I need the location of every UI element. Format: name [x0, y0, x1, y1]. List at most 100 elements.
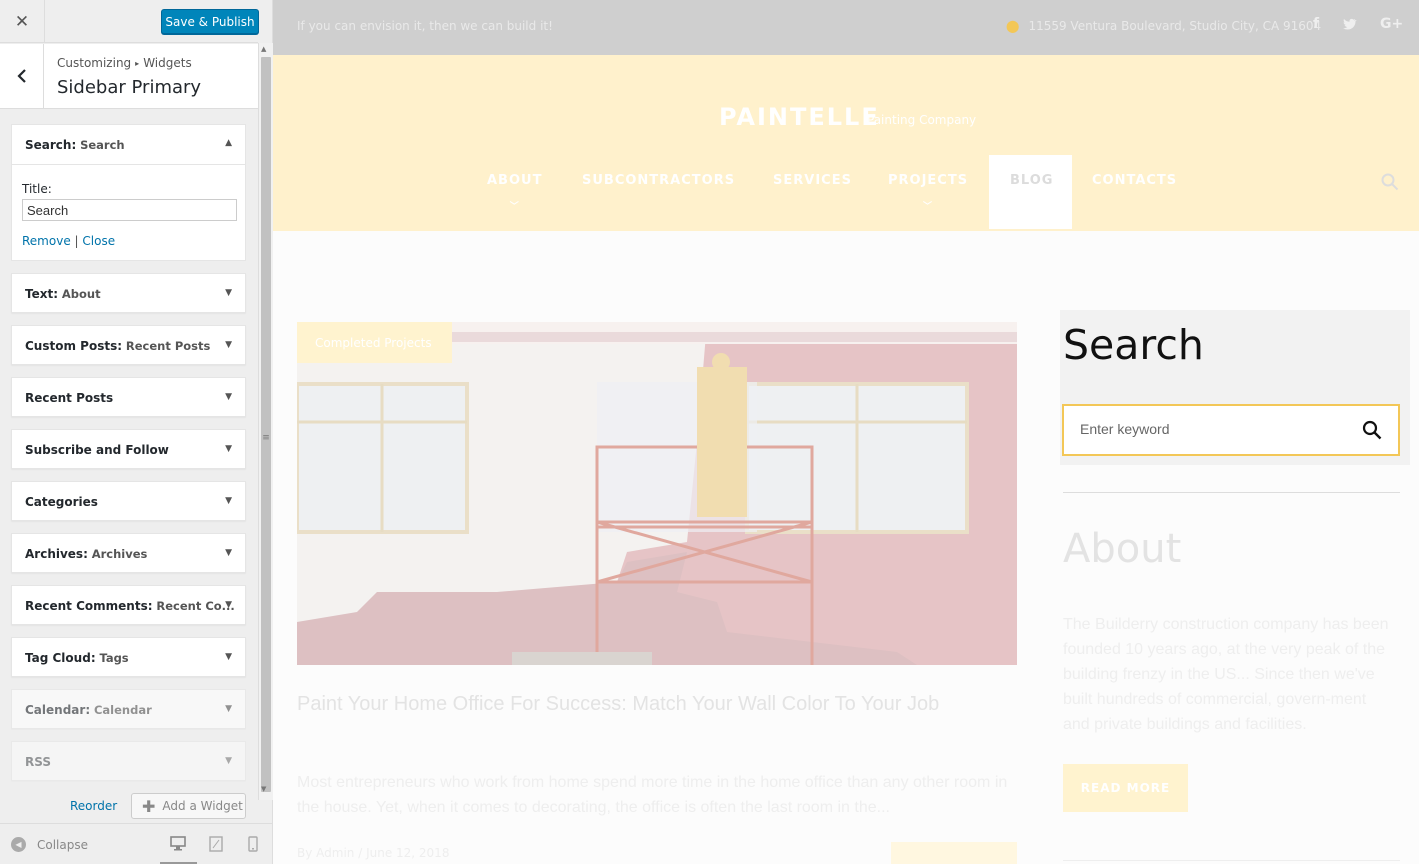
widget-search-expanded[interactable]: Search: Search ▲ Title: Remove | Close	[11, 124, 246, 261]
widget-subscribe-follow[interactable]: Subscribe and Follow ▼	[11, 429, 246, 469]
caret-down-icon[interactable]: ▼	[225, 704, 232, 714]
back-button[interactable]	[0, 44, 44, 108]
site-address: ⬤ 11559 Ventura Boulevard, Studio City, C…	[1006, 19, 1321, 33]
breadcrumb-current: Widgets	[143, 56, 192, 70]
caret-down-icon[interactable]: ▼	[225, 288, 232, 298]
about-read-more-button[interactable]: READ MORE	[1063, 764, 1188, 812]
post-featured-image[interactable]	[297, 322, 1017, 665]
widget-label: Categories	[25, 495, 98, 509]
caret-down-icon[interactable]: ▼	[225, 548, 232, 558]
nav-item-about[interactable]: ABOUT ﹀	[487, 173, 542, 212]
site-preview: If you can envision it, then we can buil…	[273, 0, 1419, 864]
scroll-up-arrow[interactable]: ▲	[261, 45, 266, 53]
close-customizer-button[interactable]: ✕	[0, 0, 45, 43]
google-plus-icon[interactable]: G+	[1380, 16, 1403, 32]
top-bar: If you can envision it, then we can buil…	[273, 0, 1419, 55]
caret-down-icon[interactable]: ▼	[225, 600, 232, 610]
close-link[interactable]: Close	[82, 234, 115, 248]
widget-header[interactable]: Search: Search ▲	[12, 125, 245, 165]
nav-item-blog[interactable]: BLOG	[1010, 173, 1053, 188]
caret-down-icon[interactable]: ▼	[225, 340, 232, 350]
post-excerpt: Most entrepreneurs who work from home sp…	[297, 774, 1008, 816]
sidebar-search-widget: Search Enter keyword	[1060, 310, 1410, 465]
breadcrumb: Customizing ▸ Widgets	[57, 56, 192, 70]
chevron-down-icon: ﹀	[923, 202, 934, 212]
widget-actions: Remove | Close	[22, 234, 115, 248]
widget-label: Calendar: Calendar	[25, 703, 152, 717]
tablet-preview-icon[interactable]	[209, 836, 223, 852]
breadcrumb-root: Customizing	[57, 56, 132, 70]
desktop-preview-icon[interactable]	[170, 836, 186, 851]
widget-text[interactable]: Text: About ▼	[11, 273, 246, 313]
post-read-more-button[interactable]	[891, 842, 1017, 864]
address-text: 11559 Ventura Boulevard, Studio City, CA…	[1028, 19, 1322, 33]
search-input-placeholder[interactable]: Enter keyword	[1080, 421, 1169, 437]
scroll-thumb[interactable]: ≡	[261, 57, 271, 792]
widget-label: Tag Cloud: Tags	[25, 651, 129, 665]
widget-type: Search	[25, 138, 72, 152]
widget-label: Subscribe and Follow	[25, 443, 169, 457]
post-meta: By Admin / June 12, 2018	[297, 846, 450, 860]
caret-up-icon[interactable]: ▲	[225, 138, 232, 148]
actions-divider: |	[74, 234, 79, 248]
site-logo[interactable]: PAINTELLE	[719, 103, 880, 131]
customizer-panel: ✕ Save & Publish Customizing ▸ Widgets Sid…	[0, 0, 273, 864]
panel-scrollbar[interactable]: ▲ ≡ ▼	[258, 43, 273, 800]
logo-tagline: Painting Company	[867, 113, 977, 127]
widget-label: RSS	[25, 755, 51, 769]
add-widget-label: Add a Widget	[162, 799, 243, 813]
chevron-down-icon: ﹀	[509, 202, 520, 212]
save-publish-button[interactable]: Save & Publish	[161, 9, 259, 34]
search-widget-title: Search	[1063, 321, 1204, 369]
close-icon: ✕	[14, 11, 30, 32]
widget-name: Search	[80, 138, 125, 152]
search-icon[interactable]	[1381, 173, 1399, 191]
widget-calendar[interactable]: Calendar: Calendar ▼	[11, 689, 246, 729]
post-title[interactable]: Paint Your Home Office For Success: Matc…	[297, 688, 1017, 721]
post-category-badge[interactable]: Completed Projects	[297, 322, 452, 363]
nav-item-services[interactable]: SERVICES	[773, 173, 852, 188]
painter-illustration	[297, 322, 1017, 665]
nav-item-subcontractors[interactable]: SUBCONTRACTORS	[582, 173, 735, 188]
search-input-box[interactable]: Enter keyword	[1062, 404, 1400, 456]
scroll-down-arrow[interactable]: ▼	[261, 785, 266, 793]
widget-label: Text: About	[25, 287, 101, 301]
site-header: PAINTELLE Painting Company ABOUT ﹀ SUBCON…	[273, 55, 1419, 231]
breadcrumb-separator: ▸	[135, 59, 140, 68]
nav-item-contacts[interactable]: CONTACTS	[1092, 173, 1177, 188]
facebook-icon[interactable]: f	[1313, 16, 1319, 32]
add-widget-button[interactable]: ✚ Add a Widget	[131, 793, 246, 819]
widget-title-input[interactable]	[22, 199, 237, 221]
map-pin-icon: ⬤	[1006, 19, 1020, 33]
widget-categories[interactable]: Categories ▼	[11, 481, 246, 521]
nav-item-projects[interactable]: PROJECTS ﹀	[888, 173, 968, 212]
twitter-icon[interactable]	[1343, 18, 1357, 30]
widget-recent-posts[interactable]: Recent Posts ▼	[11, 377, 246, 417]
reorder-link[interactable]: Reorder	[70, 799, 117, 813]
mobile-preview-icon[interactable]	[248, 836, 258, 852]
sidebar-divider	[1063, 492, 1400, 493]
caret-down-icon[interactable]: ▼	[225, 392, 232, 402]
caret-down-icon[interactable]: ▼	[225, 652, 232, 662]
widget-tag-cloud[interactable]: Tag Cloud: Tags ▼	[11, 637, 246, 677]
customizer-footer: ◀ Collapse	[0, 823, 272, 864]
remove-link[interactable]: Remove	[22, 234, 71, 248]
nav-active-background	[989, 155, 1072, 229]
widget-rss[interactable]: RSS ▼	[11, 741, 246, 781]
caret-down-icon[interactable]: ▼	[225, 444, 232, 454]
widget-label: Archives: Archives	[25, 547, 148, 561]
caret-down-icon[interactable]: ▼	[225, 496, 232, 506]
collapse-label: Collapse	[37, 837, 88, 852]
about-widget-text: The Builderry construction company has b…	[1063, 616, 1389, 733]
widget-recent-comments[interactable]: Recent Comments: Recent Co... ▼	[11, 585, 246, 625]
widget-label: Recent Comments: Recent Co...	[25, 599, 235, 613]
collapse-arrow-icon: ◀	[11, 837, 26, 852]
widget-custom-posts[interactable]: Custom Posts: Recent Posts ▼	[11, 325, 246, 365]
customizer-header: ✕ Save & Publish	[0, 0, 259, 43]
caret-down-icon[interactable]: ▼	[225, 756, 232, 766]
widget-archives[interactable]: Archives: Archives ▼	[11, 533, 246, 573]
title-label: Title:	[22, 182, 52, 196]
search-icon[interactable]	[1362, 420, 1382, 440]
collapse-button[interactable]: ◀ Collapse	[11, 837, 88, 852]
widget-label: Search: Search	[25, 138, 125, 152]
